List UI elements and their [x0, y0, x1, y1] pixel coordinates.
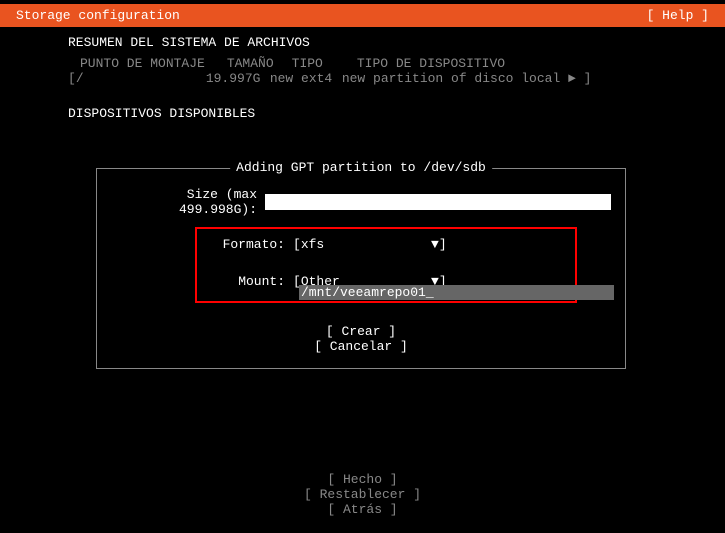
format-label: Formato:	[203, 237, 293, 252]
summary-header: PUNTO DE MONTAJE TAMAÑO TIPO TIPO DE DISPOS…	[68, 56, 657, 71]
reset-button[interactable]: [ Restablecer ]	[0, 487, 725, 502]
col-devtype: TIPO DE DISPOSITIVO	[357, 56, 505, 71]
create-button[interactable]: [ Crear ]	[326, 324, 396, 339]
col-type: TIPO	[292, 56, 323, 71]
available-devices: DISPOSITIVOS DISPONIBLES	[0, 86, 725, 121]
format-value: xfs	[301, 237, 324, 252]
done-button[interactable]: [ Hecho ]	[0, 472, 725, 487]
partition-dialog: Adding GPT partition to /dev/sdb Size (m…	[96, 168, 626, 369]
row-bracket-close: ]	[584, 71, 592, 86]
page-title: Storage configuration	[8, 8, 180, 23]
table-row[interactable]: [ /19.997Gnew ext4new partition of disco…	[68, 71, 657, 86]
mount-label: Mount:	[203, 274, 293, 289]
size-input[interactable]	[265, 194, 611, 210]
col-size: TAMAÑO	[227, 56, 274, 71]
row-size: 19.997G	[206, 71, 270, 86]
row-type: new ext4	[270, 71, 342, 86]
help-button[interactable]: [ Help ]	[647, 8, 717, 23]
cancel-button[interactable]: [ Cancelar ]	[314, 339, 408, 354]
dialog-title: Adding GPT partition to /dev/sdb	[230, 160, 492, 175]
size-label: Size (max 499.998G):	[111, 187, 265, 217]
size-row: Size (max 499.998G):	[111, 187, 611, 217]
filesystem-summary: RESUMEN DEL SISTEMA DE ARCHIVOS PUNTO DE…	[0, 27, 725, 86]
row-devtype: new partition of disco local ►	[342, 71, 584, 86]
header-bar: Storage configuration [ Help ]	[0, 4, 725, 27]
format-row: Formato: [ xfs ▼ ]	[203, 237, 569, 252]
footer-actions: [ Hecho ] [ Restablecer ] [ Atrás ]	[0, 472, 725, 517]
chevron-down-icon: ▼	[431, 237, 439, 252]
col-mount: PUNTO DE MONTAJE	[80, 56, 205, 71]
dialog-actions: [ Crear ] [ Cancelar ]	[111, 324, 611, 354]
row-bracket-open: [	[68, 71, 76, 86]
back-button[interactable]: [ Atrás ]	[0, 502, 725, 517]
summary-title: RESUMEN DEL SISTEMA DE ARCHIVOS	[68, 35, 657, 50]
format-select[interactable]: [ xfs ▼ ]	[293, 237, 447, 252]
row-mount: /	[76, 71, 206, 86]
devices-title: DISPOSITIVOS DISPONIBLES	[68, 106, 657, 121]
mount-path-input[interactable]: /mnt/veeamrepo01_	[299, 285, 614, 300]
